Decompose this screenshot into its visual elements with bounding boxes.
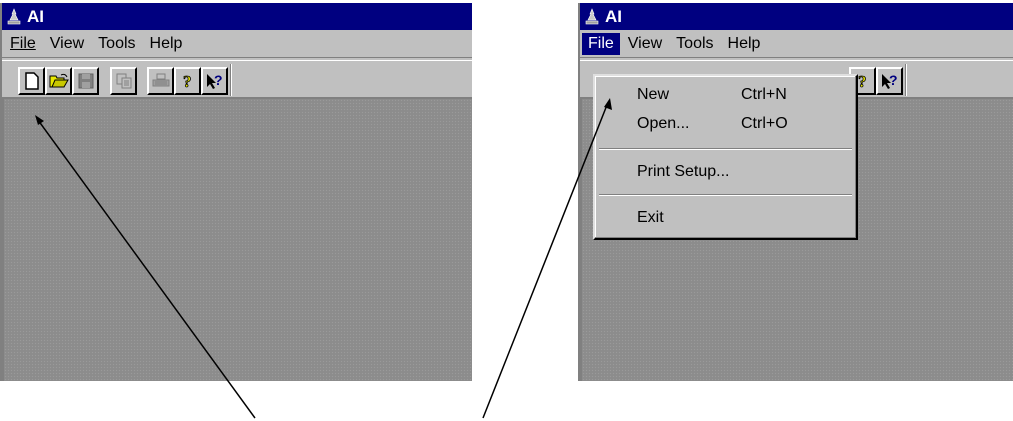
menu-tools[interactable]: Tools: [670, 33, 719, 55]
open-icon: [49, 73, 69, 88]
menu-item-print-setup[interactable]: Print Setup...: [603, 159, 848, 185]
new-icon: [24, 72, 39, 90]
toolbar-end-divider: [905, 64, 907, 96]
menu-help[interactable]: Help: [722, 33, 767, 55]
menu-item-new-shortcut: Ctrl+N: [741, 86, 787, 103]
copy-icon: [116, 73, 131, 89]
svg-text:?: ?: [889, 72, 898, 88]
menu-file-label: File: [10, 34, 36, 52]
menu-view[interactable]: View: [622, 33, 668, 55]
menu-item-new-label: New: [637, 86, 670, 103]
open-button[interactable]: [45, 67, 72, 95]
window-title: AI: [605, 6, 622, 26]
menu-help[interactable]: Help: [144, 33, 189, 55]
print-button[interactable]: [147, 67, 174, 95]
help-icon: ?: [182, 72, 192, 90]
svg-text:?: ?: [183, 72, 192, 90]
menu-item-new[interactable]: New Ctrl+N: [603, 82, 848, 108]
app-icon: [6, 7, 22, 26]
save-icon: [78, 73, 93, 89]
context-help-button[interactable]: ?: [201, 67, 228, 95]
title-bar[interactable]: AI: [2, 3, 472, 30]
client-area: [2, 97, 472, 381]
menu-item-open-label: Open...: [637, 115, 690, 132]
help-button[interactable]: ?: [174, 67, 201, 95]
file-menu-dropdown: New Ctrl+N Open... Ctrl+O Print Setup...…: [593, 74, 858, 240]
copy-button[interactable]: [110, 67, 137, 95]
print-icon: [152, 73, 169, 87]
menu-tools[interactable]: Tools: [92, 33, 141, 55]
toolbar: ? ?: [2, 61, 472, 99]
menu-bar: File View Tools Help: [580, 30, 1013, 57]
menu-file[interactable]: File: [4, 33, 42, 55]
menu-item-open[interactable]: Open... Ctrl+O: [603, 111, 848, 137]
menu-item-print-setup-label: Print Setup...: [637, 163, 730, 180]
svg-text:?: ?: [858, 72, 867, 90]
context-help-icon: ?: [881, 72, 898, 89]
menu-bar: File View Tools Help: [2, 30, 472, 57]
save-button[interactable]: [72, 67, 99, 95]
menu-file[interactable]: File: [582, 32, 620, 55]
menu-item-exit[interactable]: Exit: [603, 205, 848, 231]
menu-item-exit-label: Exit: [637, 209, 664, 226]
app-window-left: AI File View Tools Help ? ?: [0, 3, 472, 381]
app-icon: [584, 7, 600, 26]
menu-item-open-shortcut: Ctrl+O: [741, 115, 788, 132]
toolbar-end-divider: [230, 64, 232, 96]
new-button[interactable]: [18, 67, 45, 95]
title-bar[interactable]: AI: [580, 3, 1013, 30]
window-title: AI: [27, 6, 44, 26]
context-help-button[interactable]: ?: [876, 67, 903, 95]
context-help-icon: ?: [206, 72, 223, 89]
menu-view[interactable]: View: [44, 33, 90, 55]
svg-text:?: ?: [214, 72, 223, 88]
menu-separator: [599, 194, 852, 196]
menu-separator: [599, 148, 852, 150]
